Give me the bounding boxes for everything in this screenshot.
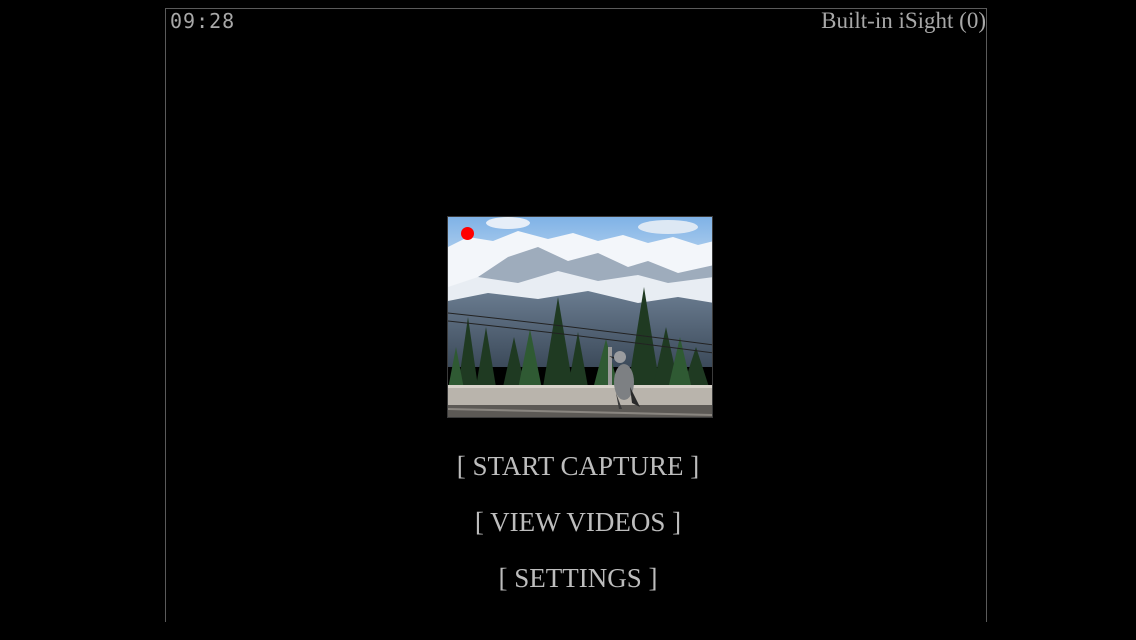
- start-capture-button[interactable]: [ START CAPTURE ]: [10, 450, 1136, 482]
- settings-button[interactable]: [ SETTINGS ]: [10, 562, 1136, 594]
- view-videos-button[interactable]: [ VIEW VIDEOS ]: [10, 506, 1136, 538]
- recording-indicator-icon: [461, 227, 474, 240]
- camera-preview[interactable]: [447, 216, 713, 418]
- camera-source-label[interactable]: Built-in iSight (0): [821, 7, 986, 35]
- camera-preview-image: [448, 217, 712, 417]
- clock-display: 09:28: [170, 9, 236, 33]
